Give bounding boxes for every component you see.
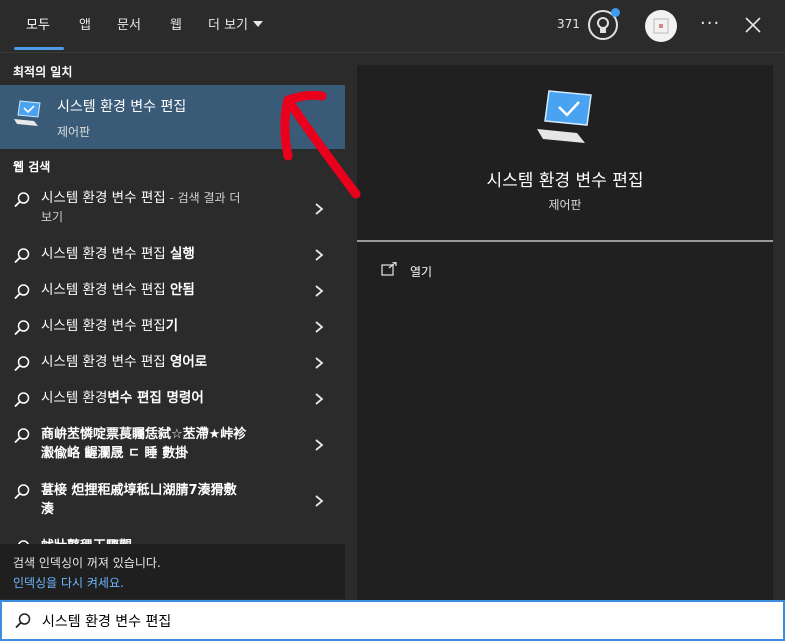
open-action[interactable]: 열기 (410, 263, 432, 280)
result-text-bold: 실행 (169, 246, 195, 262)
search-icon (14, 392, 30, 408)
avatar[interactable] (645, 10, 677, 42)
search-icon (14, 428, 30, 444)
tab-all[interactable]: 모두 (26, 16, 50, 36)
result-text: 시스템 환경 변수 편집 (41, 282, 170, 298)
chevron-right-icon (315, 393, 324, 405)
result-text-bold: 안됨 (169, 282, 195, 298)
search-icon (14, 248, 30, 264)
best-match-heading: 최적의 일치 (13, 65, 73, 79)
chevron-right-icon (315, 285, 324, 297)
search-icon (14, 192, 30, 208)
search-icon (14, 356, 30, 372)
tab-more-label: 더 보기 (208, 18, 249, 33)
web-result-item[interactable]: 시스템 환경 변수 편집 안됨 (0, 280, 345, 310)
web-result-item[interactable]: 商峅苤憐啶票萇矚恁弑☆苤滯★峠袗 瀫偸峈 齷瀾晟 ㄷ 睡 數掛 (0, 424, 345, 468)
result-text: 시스템 환경 변수 편집 (41, 190, 166, 206)
system-settings-icon (537, 90, 592, 143)
best-match-title: 시스템 환경 변수 편집 (57, 99, 187, 115)
indexing-status-text: 검색 인덱싱이 꺼져 있습니다. (13, 556, 161, 570)
notification-dot (611, 8, 620, 17)
chevron-right-icon (315, 249, 324, 261)
search-icon (15, 613, 31, 629)
search-icon (14, 320, 30, 336)
close-icon[interactable] (743, 15, 763, 35)
tab-more[interactable]: 더 보기 (208, 16, 264, 36)
chevron-right-icon (315, 495, 324, 507)
result-hint-line2: 보기 (41, 210, 64, 224)
result-text: 商峅苤憐啶票萇矚恁弑☆苤滯★峠袗 (41, 427, 247, 442)
result-text-line2: 瀫偸峈 齷瀾晟 ㄷ 睡 數掛 (41, 446, 189, 461)
result-text: 시스템 환경 변수 편집 (41, 318, 166, 334)
rewards-points: 371 (557, 17, 580, 31)
search-icon (14, 284, 30, 300)
result-hint: - 검색 결과 더 (165, 191, 241, 205)
web-result-item[interactable]: 시스템 환경 변수 편집 실행 (0, 244, 345, 274)
system-settings-icon (14, 100, 41, 126)
detail-pane: 시스템 환경 변수 편집 제어판 열기 (357, 65, 773, 600)
web-result-item[interactable]: 시스템 환경 변수 편집 - 검색 결과 더보기 (0, 188, 345, 232)
chevron-right-icon (315, 439, 324, 451)
web-result-item[interactable]: 시스템 환경 변수 편집 영어로 (0, 352, 345, 382)
chevron-right-icon (315, 357, 324, 369)
result-text-bold: 변수 편집 명령어 (107, 390, 204, 406)
scrollbar[interactable] (776, 54, 785, 600)
detail-subtitle: 제어판 (548, 198, 582, 212)
web-result-item[interactable]: 시스템 환경변수 편집 명령어 (0, 388, 345, 418)
chevron-right-icon (315, 321, 324, 333)
result-text-line2: 湊 (41, 502, 55, 517)
result-text: 시스템 환경 변수 편집 (41, 354, 170, 370)
results-pane: 최적의 일치 시스템 환경 변수 편집 제어판 웹 검색 시스템 환경 변수 편… (0, 54, 345, 599)
web-result-item[interactable]: 葚椄 炟捚秬戚埻秪ㄩ湖腈7湊猾敷湊 (0, 480, 345, 524)
web-result-item[interactable]: 시스템 환경 변수 편집기 (0, 316, 345, 346)
result-text-bold: 영어로 (169, 354, 208, 370)
search-input[interactable] (42, 608, 762, 634)
detail-title: 시스템 환경 변수 편집 (486, 171, 644, 191)
chevron-right-icon (315, 203, 324, 215)
tab-documents[interactable]: 문서 (117, 16, 141, 36)
result-text: 시스템 환경 (41, 390, 108, 406)
tab-web[interactable]: 웹 (170, 16, 182, 36)
more-options-icon[interactable]: ··· (700, 13, 720, 34)
search-icon (14, 484, 30, 500)
top-bar: 모두 앱 문서 웹 더 보기 371 ··· (0, 0, 785, 53)
enable-indexing-link[interactable]: 인덱싱을 다시 켜세요. (13, 574, 124, 591)
result-text-bold: 기 (165, 318, 179, 334)
result-text: 시스템 환경 변수 편집 (41, 246, 170, 262)
web-search-heading: 웹 검색 (13, 160, 51, 174)
chevron-down-icon (253, 21, 264, 27)
search-box[interactable] (0, 600, 785, 641)
divider (357, 240, 773, 242)
result-text: 葚椄 炟捚秬戚埻秪ㄩ湖腈7湊猾敷 (41, 483, 237, 498)
active-tab-indicator (14, 47, 64, 50)
rewards-icon[interactable] (588, 8, 620, 40)
best-match-subtitle: 제어판 (57, 125, 91, 139)
tab-apps[interactable]: 앱 (79, 16, 91, 36)
open-icon[interactable] (381, 262, 397, 276)
indexing-status: 검색 인덱싱이 꺼져 있습니다. 인덱싱을 다시 켜세요. (0, 544, 345, 599)
best-match-item[interactable]: 시스템 환경 변수 편집 제어판 (0, 85, 345, 149)
